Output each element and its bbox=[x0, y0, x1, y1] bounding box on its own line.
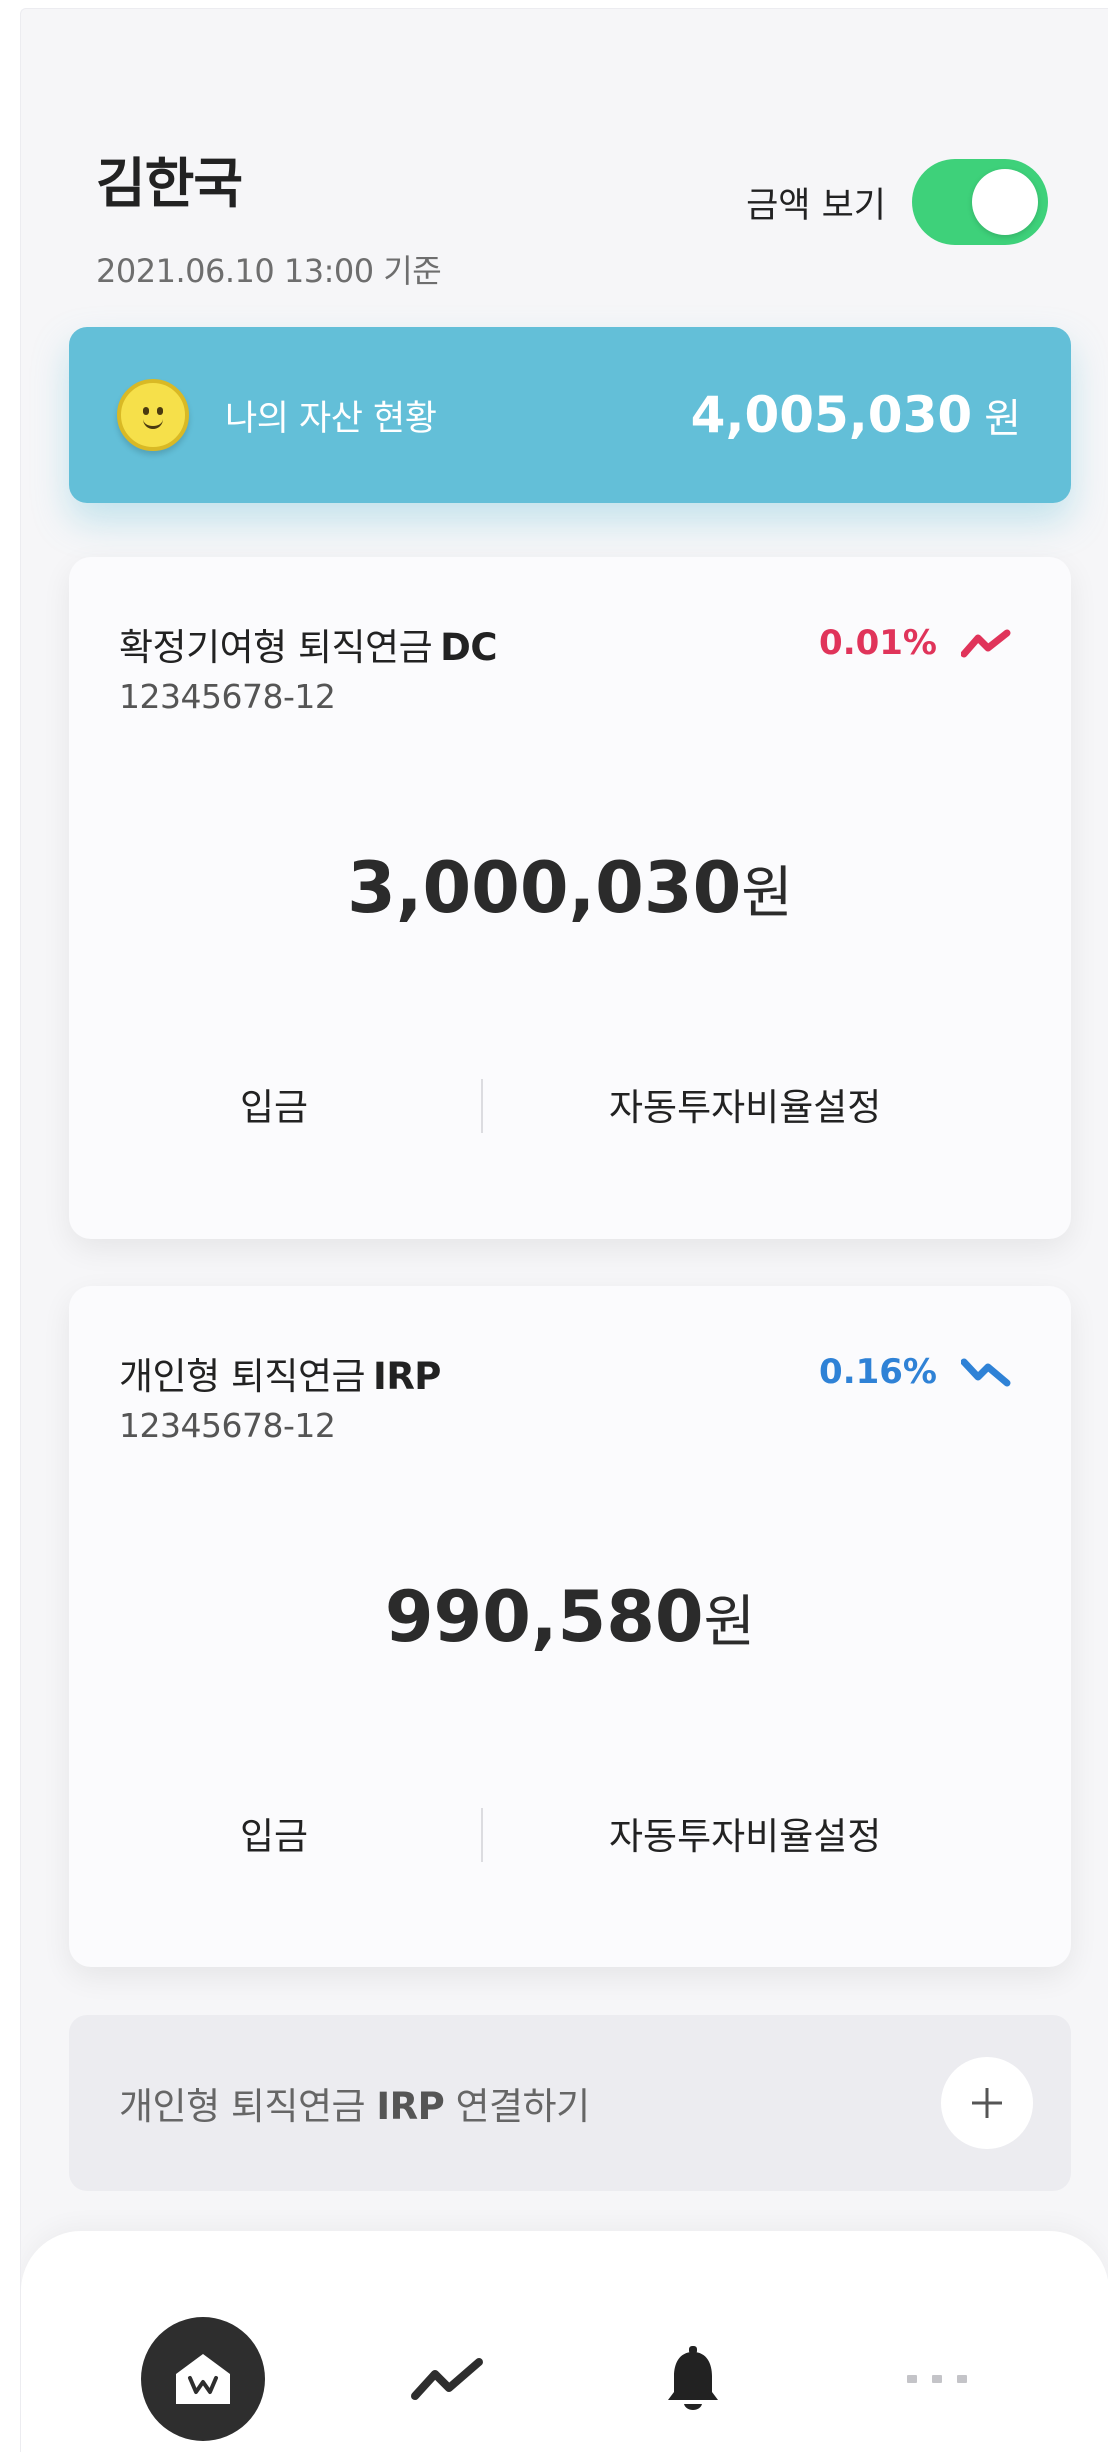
add-account-button[interactable] bbox=[941, 2057, 1033, 2149]
bottom-tab-bar bbox=[21, 2231, 1108, 2452]
return-rate-value: 0.01% bbox=[819, 623, 937, 663]
account-balance: 990,580원 bbox=[69, 1576, 1071, 1658]
deposit-button[interactable]: 입금 bbox=[240, 1077, 308, 1131]
connect-type: IRP bbox=[376, 2085, 445, 2128]
tab-more[interactable] bbox=[875, 2317, 999, 2441]
connect-irp-label: 개인형 퇴직연금 IRP 연결하기 bbox=[119, 2076, 590, 2130]
tab-notifications[interactable] bbox=[631, 2317, 755, 2441]
trend-down-icon bbox=[961, 1358, 1011, 1387]
account-actions: 입금 자동투자비율설정 bbox=[69, 1077, 1071, 1137]
account-title-text: 개인형 퇴직연금 bbox=[119, 1355, 366, 1398]
return-rate: 0.01% bbox=[819, 623, 1013, 663]
account-card-irp[interactable]: 개인형 퇴직연금 IRP 12345678-12 0.16% 990,580원 입… bbox=[69, 1286, 1071, 1967]
toggle-knob bbox=[972, 169, 1038, 235]
more-icon bbox=[907, 2375, 967, 2383]
toggle-label: 금액 보기 bbox=[746, 185, 886, 226]
account-actions: 입금 자동투자비율설정 bbox=[69, 1806, 1071, 1866]
account-number: 12345678-12 bbox=[119, 677, 336, 716]
header: 김한국 2021.06.10 13:00 기준 bbox=[96, 139, 442, 292]
home-icon bbox=[176, 2354, 230, 2404]
base-time: 2021.06.10 13:00 기준 bbox=[96, 252, 442, 290]
trend-up-icon bbox=[961, 629, 1011, 658]
account-title-text: 확정기여형 퇴직연금 bbox=[119, 626, 433, 669]
account-balance-amount: 990,580 bbox=[384, 1576, 704, 1658]
asset-total: 4,005,030 원 bbox=[691, 386, 1021, 444]
account-title: 개인형 퇴직연금 IRP bbox=[119, 1346, 441, 1400]
account-card-dc[interactable]: 확정기여형 퇴직연금 DC 12345678-12 0.01% 3,000,030… bbox=[69, 557, 1071, 1239]
asset-summary-label: 나의 자산 현황 bbox=[225, 398, 437, 439]
action-divider bbox=[481, 1079, 483, 1133]
asset-summary-banner[interactable]: 나의 자산 현황 4,005,030 원 bbox=[69, 327, 1071, 503]
auto-invest-ratio-button[interactable]: 자동투자비율설정 bbox=[609, 1806, 881, 1860]
account-balance-amount: 3,000,030 bbox=[347, 847, 742, 929]
account-balance: 3,000,030원 bbox=[69, 847, 1071, 929]
connect-suffix: 연결하기 bbox=[455, 2085, 590, 2128]
return-rate: 0.16% bbox=[819, 1352, 1013, 1392]
coin-smile-icon bbox=[117, 379, 189, 451]
action-divider bbox=[481, 1808, 483, 1862]
user-name: 김한국 bbox=[96, 152, 243, 215]
account-type: IRP bbox=[373, 1355, 441, 1398]
plus-icon bbox=[972, 2088, 1002, 2118]
account-type: DC bbox=[440, 626, 497, 669]
tab-chart[interactable] bbox=[385, 2317, 509, 2441]
return-rate-value: 0.16% bbox=[819, 1352, 937, 1392]
app-screen: 김한국 2021.06.10 13:00 기준 금액 보기 나의 자산 현황 4… bbox=[20, 8, 1108, 2452]
account-number: 12345678-12 bbox=[119, 1406, 336, 1445]
bell-icon bbox=[668, 2346, 718, 2410]
auto-invest-ratio-button[interactable]: 자동투자비율설정 bbox=[609, 1077, 881, 1131]
connect-irp-row[interactable]: 개인형 퇴직연금 IRP 연결하기 bbox=[69, 2015, 1071, 2191]
asset-total-unit: 원 bbox=[984, 396, 1021, 442]
account-title: 확정기여형 퇴직연금 DC bbox=[119, 617, 497, 671]
account-balance-unit: 원 bbox=[741, 861, 793, 926]
tab-home[interactable] bbox=[141, 2317, 265, 2441]
account-balance-unit: 원 bbox=[703, 1590, 756, 1655]
deposit-button[interactable]: 입금 bbox=[240, 1806, 308, 1860]
show-amount-control: 금액 보기 bbox=[746, 159, 1048, 245]
show-amount-toggle[interactable] bbox=[912, 159, 1048, 245]
connect-prefix: 개인형 퇴직연금 bbox=[119, 2085, 366, 2128]
asset-total-amount: 4,005,030 bbox=[690, 386, 973, 444]
chart-icon bbox=[411, 2358, 483, 2400]
